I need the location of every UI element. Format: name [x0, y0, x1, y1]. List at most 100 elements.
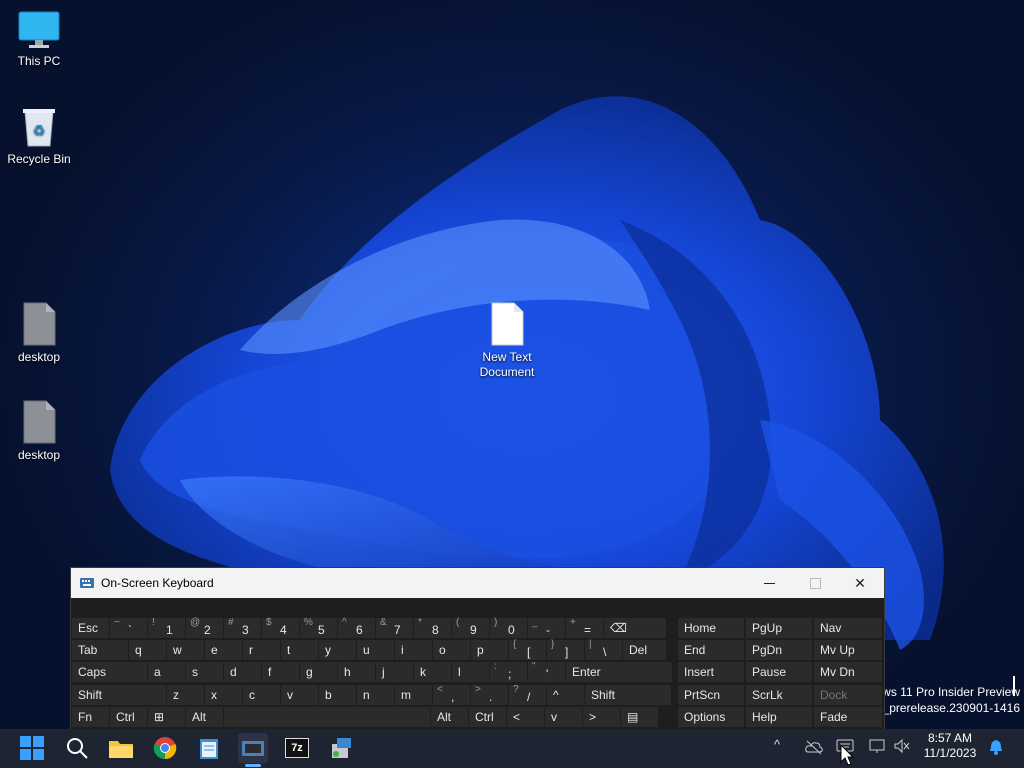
nav-key-pause[interactable]: Pause	[746, 662, 812, 682]
nav-key-help[interactable]: Help	[746, 707, 812, 727]
desktop-icon-this-pc[interactable]: This PC	[1, 10, 77, 69]
key[interactable]: ? /	[509, 684, 546, 705]
key[interactable]: k	[414, 662, 451, 682]
title-bar[interactable]: On-Screen Keyboard ✕	[71, 568, 884, 598]
network-icon[interactable]	[868, 738, 886, 754]
key[interactable]: ) 0	[490, 617, 527, 638]
clock[interactable]: 8:57 AM 11/1/2023	[920, 731, 980, 761]
nav-key-mv-dn[interactable]: Mv Dn	[814, 662, 882, 682]
key-left-ctrl[interactable]: Ctrl	[110, 707, 147, 727]
search-button[interactable]	[62, 733, 92, 763]
key[interactable]: w	[167, 640, 204, 660]
key-right-arrow[interactable]: >	[583, 707, 620, 727]
key-tab[interactable]: Tab	[72, 640, 128, 660]
key-esc[interactable]: Esc	[72, 618, 109, 638]
key[interactable]: h	[338, 662, 375, 682]
key[interactable]: c	[243, 685, 280, 705]
key[interactable]: ^ 6	[338, 617, 375, 638]
key-menu[interactable]: ▤	[621, 707, 658, 727]
nav-key-options[interactable]: Options	[678, 707, 744, 727]
key[interactable]: % 5	[300, 617, 337, 638]
key-windows[interactable]: ⊞	[148, 707, 185, 727]
nav-key-pgdn[interactable]: PgDn	[746, 640, 812, 660]
key[interactable]: u	[357, 640, 394, 660]
key[interactable]: j	[376, 662, 413, 682]
desktop-icon-new-text-document[interactable]: New Text Document	[469, 302, 545, 380]
key[interactable]: @2	[186, 617, 223, 638]
key[interactable]: g	[300, 662, 337, 682]
key[interactable]: o	[433, 640, 470, 660]
desktop-icon-recycle-bin[interactable]: ♻ Recycle Bin	[1, 106, 77, 167]
nav-key-dock[interactable]: Dock	[814, 685, 882, 705]
key[interactable]: ~ `	[110, 617, 147, 638]
nav-key-scrlk[interactable]: ScrLk	[746, 685, 812, 705]
nav-key-mv-up[interactable]: Mv Up	[814, 640, 882, 660]
package-button[interactable]	[326, 733, 356, 763]
key[interactable]: * 8	[414, 617, 451, 638]
key-fn[interactable]: Fn	[72, 707, 109, 727]
key-right-shift[interactable]: Shift	[585, 685, 671, 705]
key[interactable]: f	[262, 662, 299, 682]
key[interactable]: }]	[547, 639, 584, 660]
key-left-arrow[interactable]: <	[507, 707, 544, 727]
key[interactable]: :;	[490, 661, 527, 682]
key-del[interactable]: Del	[623, 640, 666, 660]
key[interactable]: b	[319, 685, 356, 705]
key[interactable]: <,	[433, 684, 470, 705]
key-left-shift[interactable]: Shift	[72, 685, 166, 705]
close-button[interactable]: ✕	[837, 568, 883, 598]
key[interactable]: v	[281, 685, 318, 705]
key[interactable]: d	[224, 662, 261, 682]
minimize-button[interactable]	[746, 568, 792, 598]
file-explorer-button[interactable]	[106, 733, 136, 763]
nav-key-home[interactable]: Home	[678, 618, 744, 638]
key[interactable]: m	[395, 685, 432, 705]
key[interactable]: #3	[224, 617, 261, 638]
key[interactable]: z	[167, 685, 204, 705]
key[interactable]: & 7	[376, 617, 413, 638]
key[interactable]: | \	[585, 639, 622, 660]
key[interactable]: l	[452, 662, 489, 682]
key[interactable]: q	[129, 640, 166, 660]
key[interactable]: r	[243, 640, 280, 660]
key-right-alt[interactable]: Alt	[431, 707, 468, 727]
maximize-button[interactable]	[792, 568, 838, 598]
start-button[interactable]	[17, 733, 47, 763]
key[interactable]: t	[281, 640, 318, 660]
volume-muted-icon[interactable]	[893, 738, 911, 754]
key[interactable]: $4	[262, 617, 299, 638]
key-right-ctrl[interactable]: Ctrl	[469, 707, 506, 727]
key[interactable]: >.	[471, 684, 508, 705]
nav-key-nav[interactable]: Nav	[814, 618, 882, 638]
key[interactable]: _ -	[528, 617, 565, 638]
notepad-button[interactable]	[194, 733, 224, 763]
key[interactable]: (9	[452, 617, 489, 638]
nav-key-insert[interactable]: Insert	[678, 662, 744, 682]
key[interactable]: x	[205, 685, 242, 705]
key[interactable]: ! 1	[148, 617, 185, 638]
nav-key-pgup[interactable]: PgUp	[746, 618, 812, 638]
key-space[interactable]	[224, 707, 430, 727]
desktop-icon-desktop-1[interactable]: desktop	[1, 302, 77, 365]
key-left-alt[interactable]: Alt	[186, 707, 223, 727]
on-screen-keyboard-taskbar-button[interactable]	[238, 733, 268, 763]
show-hidden-icons-chevron-icon[interactable]: ^	[774, 737, 780, 752]
key[interactable]: {[	[509, 639, 546, 660]
key[interactable]: + =	[566, 617, 603, 638]
key[interactable]: e	[205, 640, 242, 660]
key-down-arrow[interactable]: v	[545, 707, 582, 727]
nav-key-fade[interactable]: Fade	[814, 707, 882, 727]
notification-bell-icon[interactable]	[988, 739, 1004, 755]
key-caps[interactable]: Caps	[72, 662, 147, 682]
key[interactable]: " '	[528, 661, 565, 682]
key-backspace[interactable]: ⌫	[604, 618, 666, 638]
nav-key-prtscn[interactable]: PrtScn	[678, 685, 744, 705]
7zip-button[interactable]: 7z	[282, 733, 312, 763]
key[interactable]: ^	[547, 685, 584, 705]
key[interactable]: a	[148, 662, 185, 682]
key[interactable]: s	[186, 662, 223, 682]
key[interactable]: i	[395, 640, 432, 660]
key[interactable]: p	[471, 640, 508, 660]
key[interactable]: y	[319, 640, 356, 660]
cloud-offline-icon[interactable]	[804, 739, 824, 755]
